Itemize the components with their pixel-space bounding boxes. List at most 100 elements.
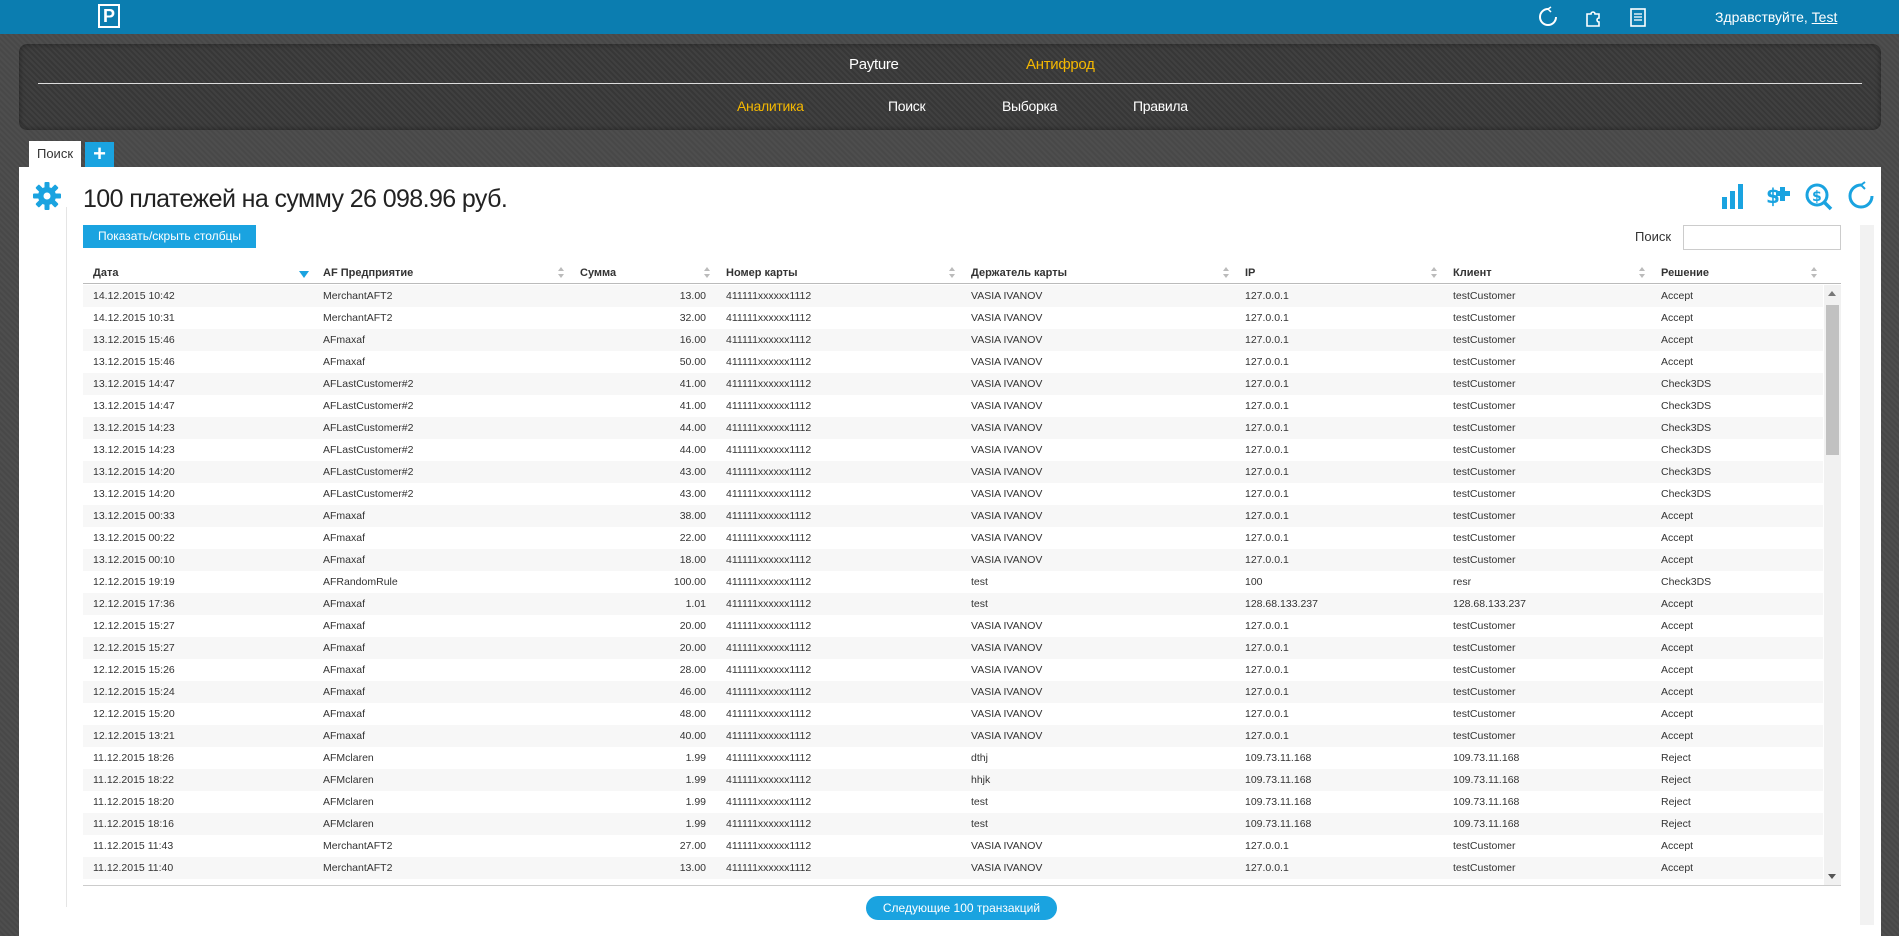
cell-ip: 127.0.0.1 — [1245, 312, 1289, 324]
column-header-amount[interactable]: Сумма — [570, 262, 716, 284]
column-header-date[interactable]: Дата — [83, 262, 313, 284]
bar-chart-icon[interactable] — [1719, 181, 1749, 211]
search-input[interactable] — [1683, 225, 1841, 250]
sort-icon[interactable] — [1639, 267, 1645, 279]
cell-amount: 43.00 — [679, 466, 706, 478]
money-search-icon[interactable]: $ — [1804, 181, 1834, 211]
table-row[interactable]: 13.12.2015 00:33 AFmaxaf 38.00 411111xxxxxx… — [83, 505, 1823, 527]
table-row[interactable]: 12.12.2015 15:20 AFmaxaf 48.00 411111xxxxxx… — [83, 703, 1823, 725]
table-row[interactable]: 11.12.2015 11:40 MerchantAFT2 13.00 411111x… — [83, 857, 1823, 879]
table-row[interactable]: 13.12.2015 14:47 AFLastCustomer#2 41.00 411… — [83, 373, 1823, 395]
table-row[interactable]: 11.12.2015 18:22 AFMclaren 1.99 411111xxxxx… — [83, 769, 1823, 791]
table-scrollbar[interactable] — [1824, 285, 1841, 885]
table-row[interactable]: 12.12.2015 15:27 AFmaxaf 20.00 411111xxxxxx… — [83, 615, 1823, 637]
cell-customer: 128.68.133.237 — [1453, 598, 1526, 610]
column-header-card-holder[interactable]: Держатель карты — [961, 262, 1235, 284]
cell-date: 11.12.2015 18:20 — [93, 796, 174, 808]
column-header-decision[interactable]: Решение — [1651, 262, 1823, 284]
table-row[interactable]: 14.12.2015 10:31 MerchantAFT2 32.00 411111x… — [83, 307, 1823, 329]
outer-scrollbar[interactable] — [1860, 225, 1874, 925]
sort-icon[interactable] — [558, 267, 564, 279]
table-row[interactable]: 11.12.2015 18:16 AFMclaren 1.99 411111xxxxx… — [83, 813, 1823, 835]
cell-date: 11.12.2015 18:26 — [93, 752, 174, 764]
cell-card-holder: VASIA IVANOV — [971, 488, 1043, 500]
column-header-label: Дата — [93, 267, 119, 279]
cell-customer: testCustomer — [1453, 620, 1516, 632]
puzzle-icon[interactable] — [1583, 6, 1605, 28]
table-row[interactable]: 14.12.2015 10:42 MerchantAFT2 13.00 411111x… — [83, 285, 1823, 307]
table-row[interactable]: 12.12.2015 13:21 AFmaxaf 40.00 411111xxxxxx… — [83, 725, 1823, 747]
user-link[interactable]: Test — [1812, 9, 1838, 25]
cell-card-holder: VASIA IVANOV — [971, 664, 1043, 676]
cell-date: 13.12.2015 00:22 — [93, 532, 175, 544]
table-row[interactable]: 12.12.2015 15:27 AFmaxaf 20.00 411111xxxxxx… — [83, 637, 1823, 659]
toggle-columns-button[interactable]: Показать/скрыть столбцы — [83, 225, 256, 248]
cell-date: 11.12.2015 11:40 — [93, 862, 174, 874]
table-row[interactable]: 12.12.2015 15:26 AFmaxaf 28.00 411111xxxxxx… — [83, 659, 1823, 681]
table-row[interactable]: 13.12.2015 14:23 AFLastCustomer#2 44.00 411… — [83, 439, 1823, 461]
money-filter-icon[interactable]: $ — [1762, 181, 1792, 211]
scroll-thumb[interactable] — [1826, 305, 1839, 455]
nav-item-payture[interactable]: Payture — [849, 56, 899, 73]
sort-icon[interactable] — [949, 267, 955, 279]
scroll-down-arrow[interactable] — [1828, 874, 1836, 879]
table-row[interactable]: 13.12.2015 14:20 AFLastCustomer#2 43.00 411… — [83, 483, 1823, 505]
sort-desc-icon[interactable] — [299, 267, 309, 279]
scroll-up-arrow[interactable] — [1828, 291, 1836, 296]
subnav-item-search[interactable]: Поиск — [888, 98, 926, 114]
cell-amount: 27.00 — [679, 840, 706, 852]
subnav-item-rules[interactable]: Правила — [1133, 98, 1188, 114]
table-row[interactable]: 12.12.2015 17:36 AFmaxaf 1.01 411111xxxxxx1… — [83, 593, 1823, 615]
next-transactions-button[interactable]: Следующие 100 транзакций — [866, 896, 1057, 920]
sort-icon[interactable] — [704, 267, 710, 279]
cell-decision: Accept — [1661, 598, 1694, 610]
add-tab-button[interactable]: + — [85, 142, 114, 167]
column-header-ip[interactable]: IP — [1235, 262, 1443, 284]
cell-card-number: 411111xxxxxx1112 — [726, 620, 812, 632]
cell-card-number: 411111xxxxxx1112 — [726, 730, 812, 742]
sort-icon[interactable] — [1223, 267, 1229, 279]
sort-icon[interactable] — [1811, 267, 1817, 279]
table-row[interactable]: 11.12.2015 11:43 MerchantAFT2 27.00 411111x… — [83, 835, 1823, 857]
cell-date: 13.12.2015 14:20 — [93, 466, 175, 478]
table-row[interactable]: 13.12.2015 15:46 AFmaxaf 50.00 411111xxxxxx… — [83, 351, 1823, 373]
cell-decision: Accept — [1661, 840, 1694, 852]
subnav-item-analytics[interactable]: Аналитика — [737, 98, 804, 114]
subnav-item-selection[interactable]: Выборка — [1002, 98, 1057, 114]
cell-ip: 127.0.0.1 — [1245, 642, 1289, 654]
refresh-icon[interactable] — [1537, 6, 1559, 28]
cell-card-number: 411111xxxxxx1112 — [726, 686, 812, 698]
column-header-merchant[interactable]: AF Предприятие — [313, 262, 570, 284]
sort-icon[interactable] — [1431, 267, 1437, 279]
gear-icon[interactable] — [31, 180, 63, 212]
cell-decision: Check3DS — [1661, 444, 1712, 456]
tab-search[interactable]: Поиск — [29, 141, 81, 167]
clipboard-icon[interactable] — [1627, 6, 1649, 28]
cell-decision: Check3DS — [1661, 422, 1712, 434]
cell-amount: 13.00 — [679, 290, 706, 302]
table-row[interactable]: 11.12.2015 18:26 AFMclaren 1.99 411111xxxxx… — [83, 747, 1823, 769]
refresh-icon[interactable] — [1846, 181, 1876, 211]
cell-date: 13.12.2015 14:47 — [93, 378, 175, 390]
table-row[interactable]: 13.12.2015 15:46 AFmaxaf 16.00 411111xxxxxx… — [83, 329, 1823, 351]
cell-decision: Accept — [1661, 356, 1694, 368]
table-row[interactable]: 12.12.2015 19:19 AFRandomRule 100.00 411111… — [83, 571, 1823, 593]
cell-card-holder: test — [971, 796, 988, 808]
cell-date: 14.12.2015 10:42 — [93, 290, 175, 302]
table-row[interactable]: 12.12.2015 15:24 AFmaxaf 46.00 411111xxxxxx… — [83, 681, 1823, 703]
cell-card-holder: VASIA IVANOV — [971, 312, 1043, 324]
cell-card-holder: VASIA IVANOV — [971, 554, 1043, 566]
table-row[interactable]: 13.12.2015 14:20 AFLastCustomer#2 43.00 411… — [83, 461, 1823, 483]
table-row[interactable]: 13.12.2015 14:23 AFLastCustomer#2 44.00 411… — [83, 417, 1823, 439]
table-row[interactable]: 11.12.2015 18:20 AFMclaren 1.99 411111xxxxx… — [83, 791, 1823, 813]
cell-card-number: 411111xxxxxx1112 — [726, 312, 812, 324]
cell-merchant: MerchantAFT2 — [323, 312, 393, 324]
column-header-card-number[interactable]: Номер карты — [716, 262, 961, 284]
table-row[interactable]: 13.12.2015 00:10 AFmaxaf 18.00 411111xxxxxx… — [83, 549, 1823, 571]
table-row[interactable]: 13.12.2015 14:47 AFLastCustomer#2 41.00 411… — [83, 395, 1823, 417]
column-header-customer[interactable]: Клиент — [1443, 262, 1651, 284]
vertical-divider — [66, 207, 67, 907]
logo[interactable]: P — [98, 4, 120, 28]
nav-item-antifraud[interactable]: Антифрод — [1026, 56, 1095, 73]
table-row[interactable]: 13.12.2015 00:22 AFmaxaf 22.00 411111xxxxxx… — [83, 527, 1823, 549]
